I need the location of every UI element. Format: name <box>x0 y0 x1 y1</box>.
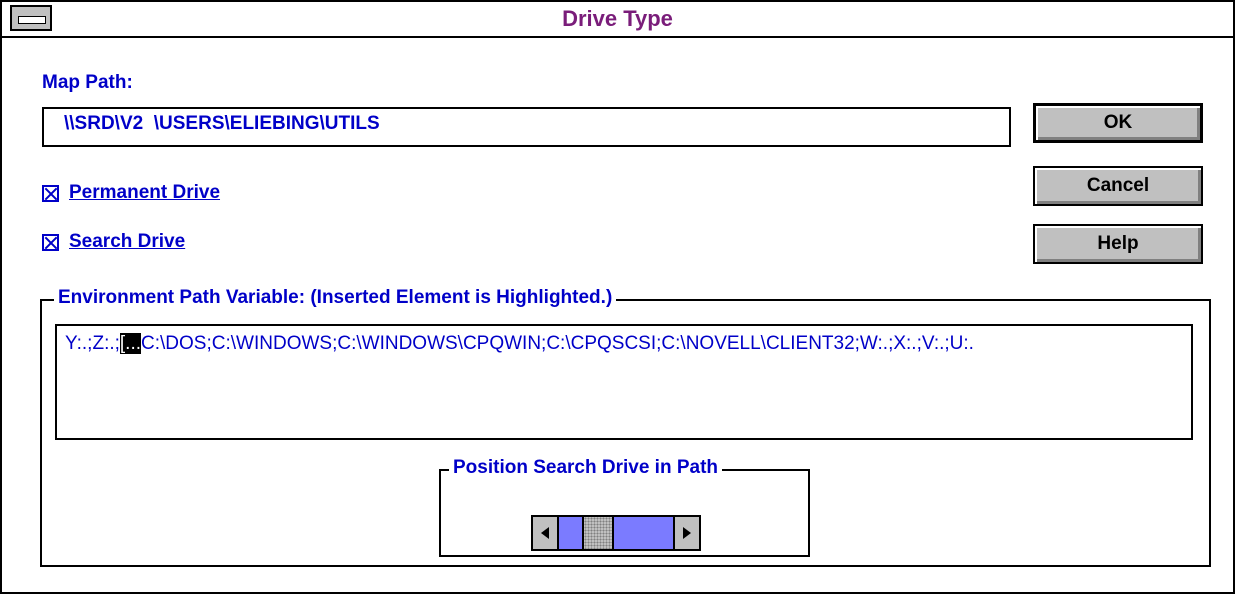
ok-button[interactable]: OK <box>1033 103 1203 143</box>
checkbox-checked-icon <box>42 184 59 202</box>
map-path-value: \\SRD\V2 \USERS\ELIEBING\UTILS <box>64 113 380 134</box>
map-path-input[interactable]: \\SRD\V2 \USERS\ELIEBING\UTILS <box>42 107 1011 147</box>
dialog-title: Drive Type <box>562 6 673 31</box>
permanent-drive-label: Permanent Drive <box>69 182 221 203</box>
scroll-right-arrow-icon[interactable] <box>673 517 699 549</box>
search-drive-label: Search Drive <box>69 231 186 252</box>
scroll-left-arrow-icon[interactable] <box>533 517 559 549</box>
environment-path-textbox[interactable]: Y:.;Z:.;[...C:\DOS;C:\WINDOWS;C:\WINDOWS… <box>55 324 1193 440</box>
inserted-element-highlight: [... <box>119 333 142 354</box>
search-drive-checkbox[interactable]: Search Drive <box>42 231 185 253</box>
permanent-drive-checkbox[interactable]: Permanent Drive <box>42 182 220 204</box>
path-before-text: Y:.;Z:.; <box>65 333 120 354</box>
checkbox-checked-icon <box>42 233 59 251</box>
position-scrollbar[interactable] <box>531 515 701 551</box>
title-bar: Drive Type <box>2 2 1233 38</box>
map-path-label: Map Path: <box>42 72 133 93</box>
path-after-text: C:\DOS;C:\WINDOWS;C:\WINDOWS\CPQWIN;C:\C… <box>141 333 974 354</box>
environment-path-text: Y:.;Z:.;[...C:\DOS;C:\WINDOWS;C:\WINDOWS… <box>65 332 1181 356</box>
cancel-button[interactable]: Cancel <box>1033 166 1203 206</box>
scroll-thumb[interactable] <box>582 517 614 549</box>
drive-type-dialog: Drive Type Map Path: \\SRD\V2 \USERS\ELI… <box>0 0 1235 594</box>
position-search-drive-label: Position Search Drive in Path <box>449 457 723 479</box>
environment-path-group-label: Environment Path Variable: (Inserted Ele… <box>54 287 617 309</box>
help-button[interactable]: Help <box>1033 224 1203 264</box>
